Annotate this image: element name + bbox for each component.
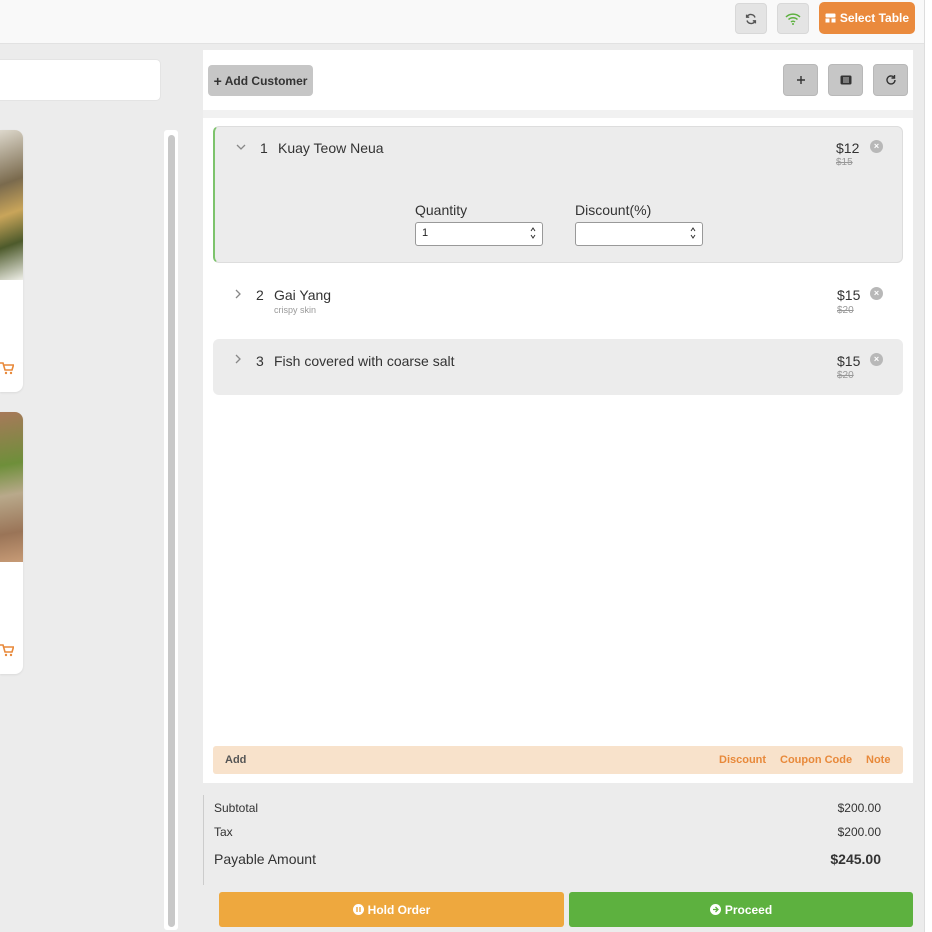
sync-button[interactable] <box>735 3 767 34</box>
item-name: Kuay Teow Neua <box>278 140 384 156</box>
item-old-price: $20 <box>837 370 854 381</box>
list-icon <box>840 75 851 85</box>
item-note: crispy skin <box>274 305 317 315</box>
discount-label: Discount(%) <box>575 202 652 218</box>
spinner-icon[interactable] <box>690 226 696 240</box>
proceed-button[interactable]: Proceed <box>569 892 913 927</box>
payable-value: $245.00 <box>830 851 881 867</box>
chevron-down-icon[interactable] <box>235 141 247 153</box>
discount-field[interactable] <box>575 222 703 246</box>
plus-icon <box>796 76 805 84</box>
item-price: $12 <box>836 140 860 156</box>
subtotal-label: Subtotal <box>214 801 259 815</box>
arrow-right-icon <box>709 904 721 915</box>
hold-order-button[interactable]: Hold Order <box>219 892 564 927</box>
product-card[interactable] <box>0 130 23 392</box>
wifi-button[interactable] <box>777 3 809 34</box>
note-link[interactable]: Note <box>866 754 890 766</box>
item-price: $15 <box>837 353 861 369</box>
product-scrollbar-thumb[interactable] <box>168 135 175 927</box>
wifi-icon <box>785 12 801 25</box>
reset-cart-button[interactable] <box>873 64 908 96</box>
product-card[interactable] <box>0 412 23 674</box>
cart-item[interactable]: 1 Kuay Teow Neua $12 $15 × Quantity 1 Di… <box>213 126 903 263</box>
tax-value: $200.00 <box>837 825 881 839</box>
table-icon <box>825 13 836 23</box>
item-index: 3 <box>256 353 264 369</box>
refresh-icon <box>885 75 896 85</box>
quantity-label: Quantity <box>415 202 468 218</box>
quantity-stepper[interactable]: 1 <box>415 222 543 246</box>
select-table-button[interactable]: Select Table <box>819 2 915 34</box>
cart-action-bar: Add Discount Coupon Code Note <box>213 746 903 774</box>
add-to-cart-icon[interactable] <box>0 361 14 375</box>
top-bar: Select Table <box>0 0 932 44</box>
quantity-value: 1 <box>422 227 429 239</box>
select-table-label: Select Table <box>839 11 910 25</box>
remove-item-icon[interactable]: × <box>870 140 883 153</box>
sync-icon <box>745 13 757 24</box>
add-customer-button[interactable]: + Add Customer <box>208 65 313 96</box>
subtotal-value: $200.00 <box>837 801 881 815</box>
chevron-right-icon[interactable] <box>232 288 244 300</box>
cart-item[interactable]: 2 Gai Yang crispy skin $15 $20 × <box>213 272 903 330</box>
cart-header-divider <box>203 110 913 118</box>
add-item-button[interactable] <box>783 64 818 96</box>
payable-label: Payable Amount <box>214 851 316 867</box>
item-old-price: $15 <box>836 157 853 168</box>
add-to-cart-icon[interactable] <box>0 643 14 657</box>
coupon-code-link[interactable]: Coupon Code <box>780 754 852 766</box>
item-index: 1 <box>260 140 268 156</box>
cart-item[interactable]: 3 Fish covered with coarse salt $15 $20 … <box>213 339 903 395</box>
item-name: Fish covered with coarse salt <box>274 353 455 369</box>
tax-label: Tax <box>214 825 233 839</box>
add-action-link[interactable]: Add <box>225 754 246 766</box>
order-list-button[interactable] <box>828 64 863 96</box>
search-input[interactable] <box>0 59 161 101</box>
remove-item-icon[interactable]: × <box>870 353 883 366</box>
spinner-icon[interactable] <box>530 226 536 240</box>
item-name: Gai Yang <box>274 287 332 303</box>
remove-item-icon[interactable]: × <box>870 287 883 300</box>
totals-divider <box>203 795 204 885</box>
proceed-label: Proceed <box>724 902 773 917</box>
item-index: 2 <box>256 287 264 303</box>
product-image <box>0 412 23 562</box>
item-old-price: $20 <box>837 305 854 316</box>
item-price: $15 <box>837 287 861 303</box>
plus-icon: + <box>213 72 222 89</box>
add-customer-label: Add Customer <box>224 73 308 88</box>
product-image <box>0 130 23 280</box>
chevron-right-icon[interactable] <box>232 353 244 365</box>
hold-order-label: Hold Order <box>367 902 431 917</box>
discount-link[interactable]: Discount <box>719 754 766 766</box>
pause-icon <box>352 904 364 915</box>
right-edge <box>924 0 932 932</box>
